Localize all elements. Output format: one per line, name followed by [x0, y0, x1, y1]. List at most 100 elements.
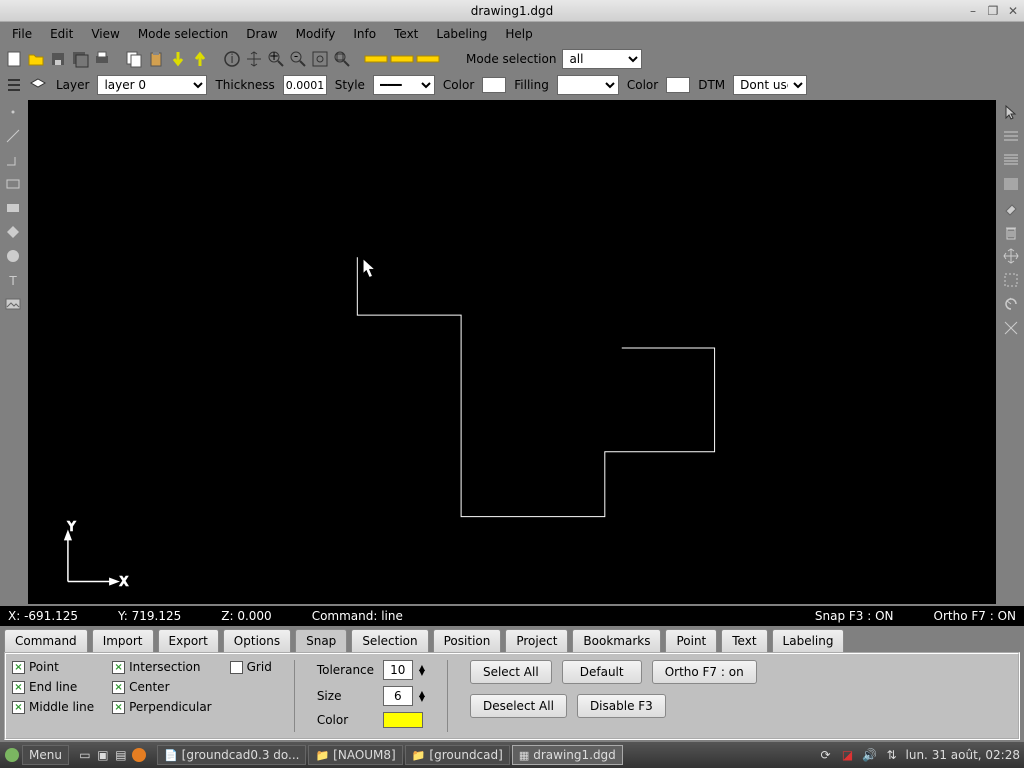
- task-item-2[interactable]: 📁 [groundcad]: [405, 745, 510, 765]
- trash-icon[interactable]: [1001, 222, 1021, 242]
- snap-color-swatch[interactable]: [383, 712, 423, 728]
- task-item-3[interactable]: ▦ drawing1.dgd: [512, 745, 623, 765]
- firefox-icon[interactable]: [131, 747, 147, 763]
- menu-info[interactable]: Info: [345, 24, 384, 44]
- paste-icon[interactable]: [146, 49, 166, 69]
- select-all-button[interactable]: Select All: [470, 660, 552, 684]
- files-icon[interactable]: ▤: [113, 747, 129, 763]
- pan-icon[interactable]: [244, 49, 264, 69]
- tab-export[interactable]: Export: [158, 629, 219, 652]
- ortho-toggle-button[interactable]: Ortho F7 : on: [652, 660, 757, 684]
- tolerance-input[interactable]: 10: [383, 660, 413, 680]
- snap-endline-check[interactable]: ×End line: [12, 680, 94, 694]
- task-item-1[interactable]: 📁 [NAOUM8]: [308, 745, 402, 765]
- terminal-icon[interactable]: ▣: [95, 747, 111, 763]
- snap-intersection-check[interactable]: ×Intersection: [112, 660, 212, 674]
- marquee-icon[interactable]: [1001, 270, 1021, 290]
- style-select[interactable]: ━━━: [373, 75, 435, 95]
- open-icon[interactable]: [26, 49, 46, 69]
- snap-grid-check[interactable]: .Grid: [230, 660, 272, 674]
- menu-view[interactable]: View: [83, 24, 127, 44]
- menu-mode-selection[interactable]: Mode selection: [130, 24, 236, 44]
- clock[interactable]: lun. 31 août, 02:28: [906, 748, 1020, 762]
- circle-tool-icon[interactable]: [3, 246, 23, 266]
- task-item-0[interactable]: 📄 [groundcad0.3 do...: [157, 745, 307, 765]
- layer-select[interactable]: layer 0: [97, 75, 207, 95]
- dtm-select[interactable]: Dont use: [733, 75, 807, 95]
- menu-draw[interactable]: Draw: [238, 24, 285, 44]
- saveas-icon[interactable]: [70, 49, 90, 69]
- diamond-tool-icon[interactable]: [3, 222, 23, 242]
- list-icon[interactable]: [4, 75, 24, 95]
- thickness-input[interactable]: [283, 75, 327, 95]
- tab-bookmarks[interactable]: Bookmarks: [572, 629, 661, 652]
- tab-command[interactable]: Command: [4, 629, 88, 652]
- eraser-icon[interactable]: [1001, 198, 1021, 218]
- menu-file[interactable]: File: [4, 24, 40, 44]
- hatch1-icon[interactable]: [1001, 126, 1021, 146]
- fill-color-swatch[interactable]: [666, 77, 690, 93]
- tab-selection[interactable]: Selection: [351, 629, 428, 652]
- disable-f3-button[interactable]: Disable F3: [577, 694, 666, 718]
- new-icon[interactable]: [4, 49, 24, 69]
- drawing-canvas[interactable]: Y X: [28, 100, 996, 604]
- info-icon[interactable]: i: [222, 49, 242, 69]
- filling-select[interactable]: [557, 75, 619, 95]
- rect-fill-tool-icon[interactable]: [3, 198, 23, 218]
- menu-help[interactable]: Help: [497, 24, 540, 44]
- menu-modify[interactable]: Modify: [288, 24, 344, 44]
- print-icon[interactable]: [92, 49, 112, 69]
- deselect-all-button[interactable]: Deselect All: [470, 694, 567, 718]
- text-tool-icon[interactable]: T: [3, 270, 23, 290]
- shield-icon[interactable]: ◪: [840, 747, 856, 763]
- snap-perpendicular-check[interactable]: ×Perpendicular: [112, 700, 212, 714]
- updates-icon[interactable]: ⟳: [818, 747, 834, 763]
- show-desktop-icon[interactable]: ▭: [77, 747, 93, 763]
- save-icon[interactable]: [48, 49, 68, 69]
- down-arrow-icon[interactable]: [168, 49, 188, 69]
- undo-icon[interactable]: [1001, 294, 1021, 314]
- tab-options[interactable]: Options: [223, 629, 291, 652]
- point-tool-icon[interactable]: [3, 102, 23, 122]
- zoom-out-icon[interactable]: -: [288, 49, 308, 69]
- cut-icon[interactable]: [1001, 318, 1021, 338]
- layer-icon[interactable]: [28, 75, 48, 95]
- network-icon[interactable]: ⇅: [884, 747, 900, 763]
- ruler-v-icon[interactable]: [390, 49, 414, 69]
- start-menu-button[interactable]: Menu: [22, 745, 69, 765]
- rect-tool-icon[interactable]: [3, 174, 23, 194]
- snap-middleline-check[interactable]: ×Middle line: [12, 700, 94, 714]
- hatch2-icon[interactable]: [1001, 150, 1021, 170]
- hatch3-icon[interactable]: [1001, 174, 1021, 194]
- ruler-both-icon[interactable]: [416, 49, 440, 69]
- menu-text[interactable]: Text: [386, 24, 426, 44]
- zoom-in-icon[interactable]: +: [266, 49, 286, 69]
- copy-icon[interactable]: [124, 49, 144, 69]
- line-tool-icon[interactable]: [3, 126, 23, 146]
- select-cursor-icon[interactable]: [1001, 102, 1021, 122]
- up-arrow-icon[interactable]: [190, 49, 210, 69]
- volume-icon[interactable]: 🔊: [862, 747, 878, 763]
- tab-labeling[interactable]: Labeling: [772, 629, 845, 652]
- tab-point[interactable]: Point: [665, 629, 717, 652]
- image-tool-icon[interactable]: [3, 294, 23, 314]
- default-button[interactable]: Default: [562, 660, 642, 684]
- ruler-h-icon[interactable]: [364, 49, 388, 69]
- tab-import[interactable]: Import: [92, 629, 154, 652]
- mint-logo-icon[interactable]: [4, 747, 20, 763]
- minimize-button[interactable]: –: [966, 4, 980, 18]
- zoom-window-icon[interactable]: [332, 49, 352, 69]
- snap-center-check[interactable]: ×Center: [112, 680, 212, 694]
- zoom-extents-icon[interactable]: [310, 49, 330, 69]
- polyline-tool-icon[interactable]: [3, 150, 23, 170]
- snap-point-check[interactable]: ×Point: [12, 660, 94, 674]
- tab-text[interactable]: Text: [721, 629, 767, 652]
- tab-project[interactable]: Project: [505, 629, 568, 652]
- move-icon[interactable]: [1001, 246, 1021, 266]
- color-swatch[interactable]: [482, 77, 506, 93]
- menu-labeling[interactable]: Labeling: [428, 24, 495, 44]
- menu-edit[interactable]: Edit: [42, 24, 81, 44]
- tab-snap[interactable]: Snap: [295, 629, 347, 652]
- tab-position[interactable]: Position: [433, 629, 502, 652]
- mode-selection-select[interactable]: all: [562, 49, 642, 69]
